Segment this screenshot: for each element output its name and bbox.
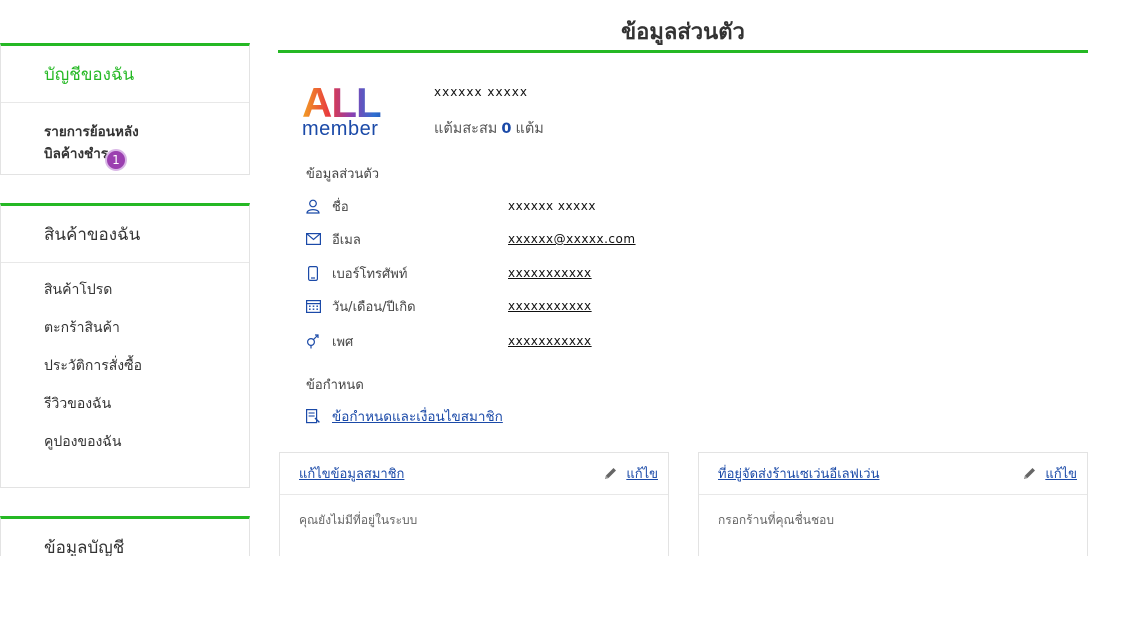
birthday-label: วัน/เดือน/ปีเกิด — [332, 299, 416, 315]
info-row-gender: เพศ xxxxxxxxxxx — [304, 330, 704, 352]
logo-all-text: ALL — [302, 82, 392, 124]
phone-label: เบอร์โทรศัพท์ — [332, 266, 408, 282]
edit-member-title[interactable]: แก้ไขข้อมูลสมาชิก — [299, 463, 404, 484]
points-suffix: แต้ม — [515, 121, 544, 137]
edit-store-label[interactable]: แก้ไข — [1045, 463, 1077, 484]
sidebar-account-info-card: ข้อมูลบัญชี — [0, 516, 250, 556]
edit-member-body: คุณยังไม่มีที่อยู่ในระบบ — [299, 513, 418, 527]
edit-store-button[interactable]: แก้ไข — [1022, 463, 1077, 484]
phone-value[interactable]: xxxxxxxxxxx — [508, 266, 592, 280]
store-address-card: ที่อยู่จัดส่งร้านเซเว่นอีเลฟเว่น แก้ไข ก… — [698, 452, 1088, 556]
edit-member-card: แก้ไขข้อมูลสมาชิก แก้ไข คุณยังไม่มีที่อย… — [279, 452, 669, 556]
points-summary: แต้มสะสม 0 แต้ม — [434, 117, 544, 140]
sidebar-account-card: บัญชีของฉัน รายการย้อนหลัง บิลค้างชำระ 1 — [0, 43, 250, 175]
name-label: ชื่อ — [332, 199, 349, 215]
info-row-email: อีเมล xxxxxx@xxxxx.com — [304, 228, 704, 250]
calendar-icon — [304, 297, 322, 315]
store-address-body: กรอกร้านที่คุณชื่นชอบ — [718, 513, 834, 527]
info-row-phone: เบอร์โทรศัพท์ xxxxxxxxxxx — [304, 262, 704, 284]
info-row-name: ชื่อ xxxxxx xxxxx — [304, 195, 704, 217]
title-underline — [278, 50, 1088, 53]
points-value: 0 — [501, 121, 512, 137]
all-member-logo: ALL member — [302, 82, 392, 146]
sidebar-item-cart[interactable]: ตะกร้าสินค้า — [1, 317, 249, 355]
document-icon — [304, 407, 322, 425]
personal-info-heading: ข้อมูลส่วนตัว — [306, 167, 380, 182]
email-label: อีเมล — [332, 232, 361, 248]
sidebar-account-title[interactable]: บัญชีของฉัน — [1, 46, 249, 103]
mail-icon — [304, 230, 322, 248]
pencil-icon — [1024, 468, 1036, 479]
viewport: บัญชีของฉัน รายการย้อนหลัง บิลค้างชำระ 1… — [0, 0, 1132, 556]
notification-badge: 1 — [105, 149, 127, 171]
edit-member-label[interactable]: แก้ไข — [626, 463, 658, 484]
sidebar-item-history[interactable]: รายการย้อนหลัง — [1, 121, 249, 143]
user-icon — [304, 197, 322, 215]
edit-member-button[interactable]: แก้ไข — [603, 463, 658, 484]
points-prefix: แต้มสะสม — [434, 121, 498, 137]
store-address-title[interactable]: ที่อยู่จัดส่งร้านเซเว่นอีเลฟเว่น — [718, 463, 879, 484]
sidebar-item-order-history[interactable]: ประวัติการสั่งซื้อ — [1, 355, 249, 393]
terms-link-label[interactable]: ข้อกำหนดและเงื่อนไขสมาชิก — [332, 405, 503, 427]
member-name: xxxxxx xxxxx — [434, 85, 528, 99]
phone-icon — [304, 264, 322, 282]
birthday-value[interactable]: xxxxxxxxxxx — [508, 299, 592, 313]
sidebar-products-card: สินค้าของฉัน สินค้าโปรด ตะกร้าสินค้า ประ… — [0, 203, 250, 488]
terms-link[interactable]: ข้อกำหนดและเงื่อนไขสมาชิก — [304, 405, 503, 427]
sidebar-item-reviews[interactable]: รีวิวของฉัน — [1, 393, 249, 431]
email-value[interactable]: xxxxxx@xxxxx.com — [508, 232, 636, 246]
terms-heading: ข้อกำหนด — [306, 378, 364, 393]
gender-icon — [304, 332, 322, 350]
gender-label: เพศ — [332, 334, 354, 350]
gender-value[interactable]: xxxxxxxxxxx — [508, 334, 592, 348]
page-title: ข้อมูลส่วนตัว — [621, 20, 745, 45]
info-row-birthday: วัน/เดือน/ปีเกิด xxxxxxxxxxx — [304, 295, 704, 317]
pencil-icon — [605, 468, 617, 479]
sidebar-account-info-title[interactable]: ข้อมูลบัญชี — [1, 519, 249, 557]
sidebar-products-title[interactable]: สินค้าของฉัน — [1, 206, 249, 263]
sidebar-item-favorites[interactable]: สินค้าโปรด — [1, 279, 249, 317]
sidebar-item-coupons[interactable]: คูปองของฉัน — [1, 431, 249, 469]
name-value: xxxxxx xxxxx — [508, 199, 596, 213]
